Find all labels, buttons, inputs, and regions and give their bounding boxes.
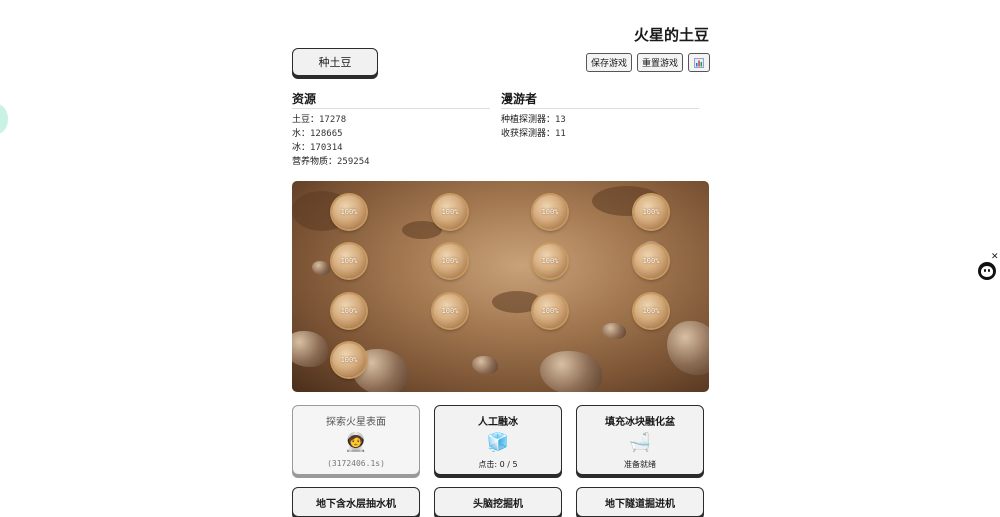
card-title: 人工融冰	[478, 417, 518, 428]
stats-button[interactable]	[688, 53, 710, 72]
resource-row: 土豆：17278	[292, 115, 347, 125]
resources-panel: 资源 土豆：17278 水：128665 冰：170314 营养物质：25925…	[292, 90, 490, 169]
bar-chart-icon	[694, 57, 704, 68]
plant-potato-button[interactable]: 种土豆	[292, 48, 378, 76]
potato-plot[interactable]: 100%	[332, 195, 366, 229]
potato-plot[interactable]: 100%	[332, 244, 366, 278]
rover-row: 种植探测器：13	[501, 115, 566, 125]
bathtub-icon: 🛁	[628, 432, 652, 453]
rock-decoration	[602, 323, 626, 339]
resources-heading: 资源	[292, 90, 490, 109]
save-game-button[interactable]: 保存游戏	[586, 53, 632, 72]
resource-row: 冰：170314	[292, 143, 343, 153]
rovers-panel: 漫游者 种植探测器：13 收获探测器：11	[501, 90, 699, 141]
rock-decoration	[667, 321, 709, 375]
potato-plot[interactable]: 100%	[533, 195, 567, 229]
rover-row: 收获探测器：11	[501, 129, 566, 139]
page-title: 火星的土豆	[633, 26, 709, 44]
rock-decoration	[312, 261, 330, 275]
reset-game-button[interactable]: 重置游戏	[637, 53, 683, 72]
card-status: (3172406.1s)	[327, 459, 385, 468]
potato-plot[interactable]: 100%	[433, 195, 467, 229]
manual-melt-ice-card[interactable]: 人工融冰 🧊 点击: 0 / 5	[434, 405, 562, 475]
aquifer-pump-card[interactable]: 地下含水层抽水机	[292, 487, 420, 517]
card-title: 地下隧道掘进机	[605, 499, 675, 510]
avatar-icon[interactable]	[978, 262, 996, 280]
mars-field: 100% 100% 100% 100% 100% 100% 100% 100% 100% 100%…	[292, 181, 709, 392]
card-title: 地下含水层抽水机	[316, 499, 396, 510]
potato-plot[interactable]: 100%	[533, 294, 567, 328]
rock-decoration	[472, 356, 498, 374]
rock-decoration	[540, 351, 602, 392]
fill-melt-basin-card[interactable]: 填充冰块融化盆 🛁 准备就绪	[576, 405, 704, 475]
resource-row: 水：128665	[292, 129, 343, 139]
card-title: 填充冰块融化盆	[605, 417, 675, 428]
card-title: 探索火星表面	[326, 417, 386, 428]
potato-plot[interactable]: 100%	[433, 294, 467, 328]
edge-decoration	[0, 104, 8, 134]
potato-plot[interactable]: 100%	[433, 244, 467, 278]
potato-plot[interactable]: 100%	[634, 294, 668, 328]
potato-plot[interactable]: 100%	[634, 244, 668, 278]
rock-decoration	[292, 331, 328, 367]
ice-cube-icon: 🧊	[486, 432, 510, 453]
explore-mars-card[interactable]: 探索火星表面 🧑‍🚀 (3172406.1s)	[292, 405, 420, 475]
tunnel-borer-card[interactable]: 地下隧道掘进机	[576, 487, 704, 517]
potato-plot[interactable]: 100%	[533, 244, 567, 278]
card-status: 准备就绪	[624, 460, 656, 469]
potato-plot[interactable]: 100%	[332, 294, 366, 328]
crater-decoration	[402, 221, 442, 239]
brain-excavator-card[interactable]: 头脑挖掘机	[434, 487, 562, 517]
card-title: 头脑挖掘机	[473, 499, 523, 510]
potato-plot[interactable]: 100%	[332, 343, 366, 377]
resource-row: 营养物质：259254	[292, 157, 370, 167]
card-status: 点击: 0 / 5	[478, 460, 518, 469]
rovers-heading: 漫游者	[501, 90, 699, 109]
potato-plot[interactable]: 100%	[634, 195, 668, 229]
astronaut-icon: 🧑‍🚀	[344, 432, 368, 453]
close-icon[interactable]: ✕	[991, 253, 999, 262]
